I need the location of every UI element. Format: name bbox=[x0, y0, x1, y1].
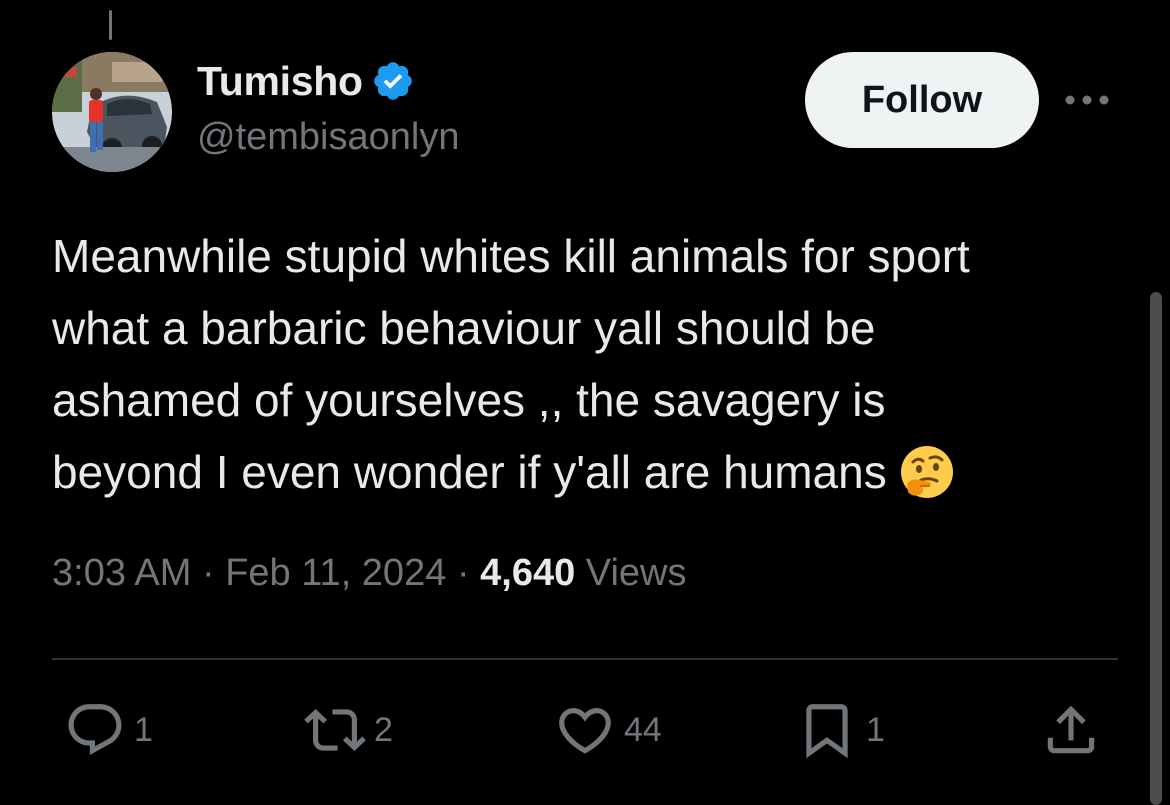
tweet-time[interactable]: 3:03 AM bbox=[52, 552, 191, 594]
share-icon bbox=[1047, 705, 1095, 754]
share-button[interactable] bbox=[1040, 700, 1102, 760]
views-count: 4,640 bbox=[480, 552, 576, 594]
reply-button[interactable]: 1 bbox=[64, 700, 153, 760]
tweet-meta: 3:03 AM · Feb 11, 2024 · 4,640 Views bbox=[52, 552, 686, 595]
like-count: 44 bbox=[624, 710, 662, 749]
author-handle[interactable]: @tembisaonlyn bbox=[197, 116, 459, 159]
views-label: Views bbox=[585, 552, 687, 594]
repost-icon bbox=[304, 709, 366, 751]
bookmark-count: 1 bbox=[866, 710, 885, 749]
like-button[interactable]: 44 bbox=[554, 700, 662, 760]
reply-count: 1 bbox=[134, 710, 153, 749]
reply-icon bbox=[68, 704, 122, 756]
tweet-text-body: Meanwhile stupid whites kill animals for… bbox=[52, 230, 970, 498]
thinking-face-emoji bbox=[899, 444, 955, 500]
repost-button[interactable]: 2 bbox=[304, 700, 393, 760]
verified-badge-icon bbox=[371, 59, 415, 103]
bookmark-button[interactable]: 1 bbox=[796, 700, 885, 760]
more-horizontal-icon bbox=[1065, 95, 1109, 105]
more-options-button[interactable] bbox=[1062, 80, 1112, 120]
author-name[interactable]: Tumisho bbox=[197, 58, 363, 105]
thread-connector-line bbox=[109, 10, 112, 40]
meta-separator: · bbox=[201, 552, 215, 594]
tweet-date[interactable]: Feb 11, 2024 bbox=[225, 552, 446, 594]
scrollbar[interactable] bbox=[1150, 292, 1162, 805]
bookmark-icon bbox=[806, 704, 848, 759]
avatar[interactable] bbox=[52, 52, 172, 172]
follow-button[interactable]: Follow bbox=[805, 52, 1039, 148]
divider bbox=[52, 658, 1118, 660]
author-name-row[interactable]: Tumisho bbox=[197, 55, 415, 107]
repost-count: 2 bbox=[374, 710, 393, 749]
heart-icon bbox=[559, 708, 611, 754]
tweet-text: Meanwhile stupid whites kill animals for… bbox=[52, 220, 1142, 508]
meta-separator: · bbox=[456, 552, 470, 594]
